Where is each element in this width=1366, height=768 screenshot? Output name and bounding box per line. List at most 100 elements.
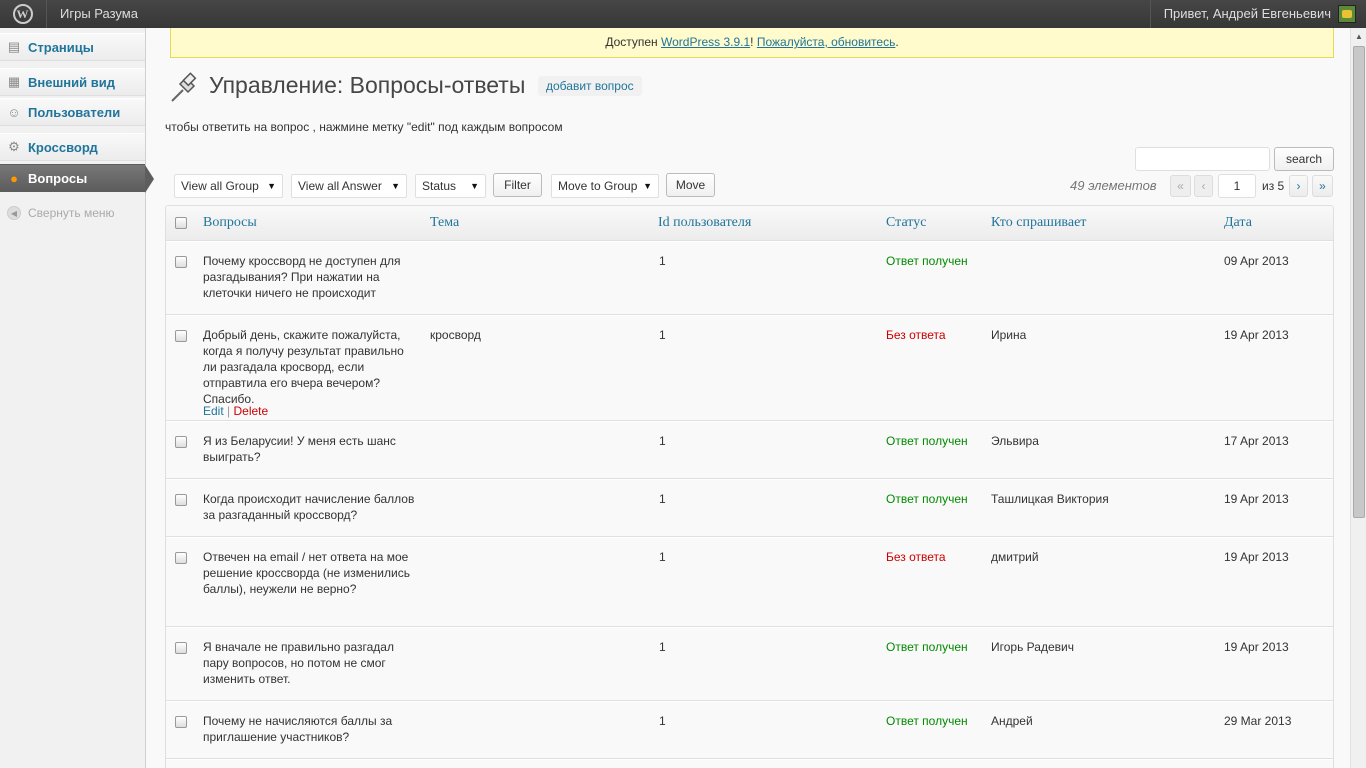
update-notice-suffix: . xyxy=(895,35,899,49)
select-all-checkbox[interactable] xyxy=(175,217,187,229)
question-text: Я вначале не правильно разгадал пару воп… xyxy=(203,640,394,686)
collapse-menu-button[interactable]: ◀ Свернуть меню xyxy=(0,203,145,223)
column-header-user-id[interactable]: Id пользователя xyxy=(658,215,751,231)
hint-text: чтобы ответить на вопрос , нажмине метку… xyxy=(165,120,563,134)
row-checkbox[interactable] xyxy=(175,256,187,268)
page-title: Управление: Вопросы-ответы xyxy=(209,72,526,98)
wordpress-logo-icon[interactable]: W xyxy=(0,0,45,28)
avatar xyxy=(1338,5,1356,23)
sidebar-item-appearance[interactable]: ▦ Внешний вид xyxy=(0,68,145,96)
table-row: Добрый день, скажите пожалуйста, когда я… xyxy=(166,315,1333,421)
sidebar-item-users[interactable]: ☺ Пользователи xyxy=(0,98,145,126)
items-count: 49 элементов xyxy=(1070,178,1157,193)
table-row: Я из Беларусии! У меня есть шанс выиграт… xyxy=(166,421,1333,479)
date-text: 19 Apr 2013 xyxy=(1224,492,1289,506)
user-id-text: 1 xyxy=(659,328,666,342)
date-text: 29 Mar 2013 xyxy=(1224,714,1292,728)
asker-text: Игорь Радевич xyxy=(991,640,1074,654)
collapse-arrow-icon: ◀ xyxy=(7,206,21,220)
group-filter-select[interactable]: View all Group ▼ xyxy=(174,174,283,198)
table-row: Я вначале не правильно разгадал пару воп… xyxy=(166,627,1333,701)
delete-link[interactable]: Delete xyxy=(233,404,268,418)
question-text: Почему не начисляются баллы за приглашен… xyxy=(203,714,393,744)
move-to-group-select[interactable]: Move to Group ▼ xyxy=(551,174,659,198)
column-header-questions[interactable]: Вопросы xyxy=(203,215,257,231)
date-text: 19 Apr 2013 xyxy=(1224,328,1289,342)
current-page-input[interactable]: 1 xyxy=(1218,174,1256,198)
table-row: Когда происходит начисление баллов за ра… xyxy=(166,479,1333,537)
date-text: 19 Apr 2013 xyxy=(1224,640,1289,654)
select-value: Move to Group xyxy=(558,179,638,193)
sidebar-item-label: Кроссворд xyxy=(28,139,98,155)
status-badge: Ответ получен xyxy=(886,640,968,654)
edit-link[interactable]: Edit xyxy=(203,404,224,418)
row-actions: Edit | Delete xyxy=(203,404,268,418)
sidebar-item-label: Внешний вид xyxy=(28,74,115,90)
search-input[interactable] xyxy=(1135,147,1270,171)
search-button[interactable]: search xyxy=(1274,147,1334,171)
status-badge: Ответ получен xyxy=(886,434,968,448)
asker-text: Ташлицкая Виктория xyxy=(991,492,1109,506)
pushpin-icon xyxy=(171,72,197,102)
sidebar-item-questions[interactable]: ● Вопросы xyxy=(0,164,154,193)
table-header: Вопросы Тема Id пользователя Статус Кто … xyxy=(166,206,1333,241)
question-text: Отвечен на email / нет ответа на мое реш… xyxy=(203,550,410,596)
date-text: 17 Apr 2013 xyxy=(1224,434,1289,448)
table-row: Почему кроссворд не доступен для разгады… xyxy=(166,241,1333,315)
chevron-down-icon: ▼ xyxy=(391,181,400,191)
row-checkbox[interactable] xyxy=(175,330,187,342)
gear-icon: ⚙ xyxy=(8,139,20,154)
prev-page-button[interactable]: ‹ xyxy=(1194,175,1213,197)
status-filter-select[interactable]: Status ▼ xyxy=(415,174,486,198)
asker-text: Эльвира xyxy=(991,434,1039,448)
appearance-icon: ▦ xyxy=(7,74,21,89)
add-question-button[interactable]: добавит вопрос xyxy=(538,76,642,96)
user-account-menu[interactable]: Привет, Андрей Евгеньевич xyxy=(1149,0,1366,28)
table-row: Отвечен на email / нет ответа на мое реш… xyxy=(166,537,1333,627)
update-notice-text: Доступен xyxy=(605,35,662,49)
please-update-link[interactable]: Пожалуйста, обновитесь xyxy=(757,35,896,49)
howdy-text: Привет, Андрей Евгеньевич xyxy=(1163,6,1331,21)
table-row xyxy=(166,759,1333,768)
column-header-status[interactable]: Статус xyxy=(886,215,926,231)
row-checkbox[interactable] xyxy=(175,716,187,728)
scrollbar-thumb[interactable] xyxy=(1353,46,1365,518)
row-checkbox[interactable] xyxy=(175,642,187,654)
column-header-topic[interactable]: Тема xyxy=(430,215,459,231)
answer-filter-select[interactable]: View all Answer ▼ xyxy=(291,174,407,198)
question-text: Я из Беларусии! У меня есть шанс выиграт… xyxy=(203,434,396,464)
status-badge: Ответ получен xyxy=(886,714,968,728)
status-badge: Без ответа xyxy=(886,328,946,342)
user-id-text: 1 xyxy=(659,254,666,268)
question-text: Почему кроссворд не доступен для разгады… xyxy=(203,254,401,300)
scroll-up-arrow-icon[interactable]: ▲ xyxy=(1351,28,1366,44)
site-name-link[interactable]: Игры Разума xyxy=(46,0,151,28)
next-page-button[interactable]: › xyxy=(1289,175,1308,197)
move-button[interactable]: Move xyxy=(666,173,715,197)
total-pages-text: из 5 xyxy=(1262,179,1285,193)
asker-text: дмитрий xyxy=(991,550,1039,564)
vertical-scrollbar[interactable]: ▲ xyxy=(1350,28,1366,768)
asker-text: Андрей xyxy=(991,714,1033,728)
filter-button[interactable]: Filter xyxy=(493,173,542,197)
status-badge: Ответ получен xyxy=(886,254,968,268)
row-checkbox[interactable] xyxy=(175,552,187,564)
user-id-text: 1 xyxy=(659,714,666,728)
status-badge: Без ответа xyxy=(886,550,946,564)
wordpress-version-link[interactable]: WordPress 3.9.1 xyxy=(661,35,750,49)
users-icon: ☺ xyxy=(7,104,21,120)
sidebar-item-label: Вопросы xyxy=(28,170,88,186)
row-checkbox[interactable] xyxy=(175,494,187,506)
sidebar-item-pages[interactable]: ▤ Страницы xyxy=(0,33,145,61)
main-content: Доступен WordPress 3.9.1! Пожалуйста, об… xyxy=(146,28,1350,768)
last-page-button[interactable]: » xyxy=(1312,175,1333,197)
row-checkbox[interactable] xyxy=(175,436,187,448)
update-notice-sep: ! xyxy=(750,35,757,49)
questions-icon: ● xyxy=(10,170,18,186)
date-text: 09 Apr 2013 xyxy=(1224,254,1289,268)
sidebar-item-label: Страницы xyxy=(28,39,94,55)
column-header-date[interactable]: Дата xyxy=(1224,215,1252,231)
column-header-asker[interactable]: Кто спрашивает xyxy=(991,215,1086,231)
first-page-button[interactable]: « xyxy=(1170,175,1191,197)
sidebar-item-crossword[interactable]: ⚙ Кроссворд xyxy=(0,133,145,161)
